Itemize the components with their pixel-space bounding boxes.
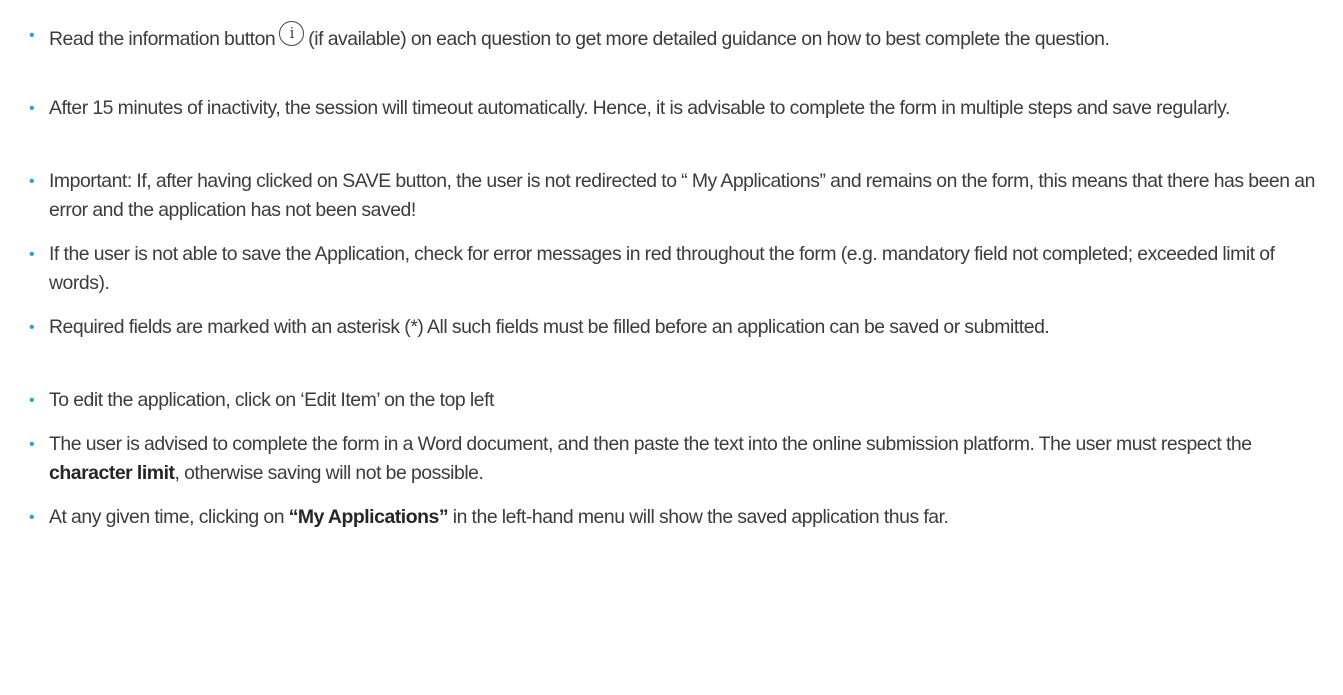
list-item-text: After 15 minutes of inactivity, the sess… [49, 97, 1230, 119]
text-before: The user is advised to complete the form… [49, 433, 1252, 455]
text-before: At any given time, clicking on [49, 506, 289, 528]
bullet: • [29, 392, 35, 409]
bullet: • [29, 27, 35, 44]
info-icon: i [279, 21, 305, 46]
list-item-text: At any given time, clicking on “My Appli… [49, 503, 1339, 532]
bullet: • [29, 436, 35, 453]
text-before: Read the information button [49, 28, 276, 50]
list-item-text: Required fields are marked with an aster… [49, 316, 1050, 338]
text-after: (if available) on each question to get m… [308, 28, 1110, 50]
list-item-text: To edit the application, click on ‘Edit … [49, 389, 494, 411]
bullet: • [29, 509, 35, 526]
list-item-text: If the user is not able to save the Appl… [49, 243, 1275, 294]
text-bold: character limit [49, 462, 175, 484]
bullet: • [29, 246, 35, 263]
list-item-text: Important: If, after having clicked on S… [49, 170, 1315, 221]
text-bold: “My Applications” [288, 506, 449, 528]
bullet: • [29, 319, 35, 336]
text-after: , otherwise saving will not be possible. [174, 462, 484, 484]
text-after: in the left-hand menu will show the save… [448, 506, 949, 528]
list-item-text: Read the information button i (if availabl… [49, 21, 1339, 54]
list-item-text: The user is advised to complete the form… [49, 430, 1339, 488]
guidance-page: • Read the information button i (if availa… [0, 0, 1343, 695]
bullet: • [29, 100, 35, 117]
bullet: • [29, 173, 35, 190]
